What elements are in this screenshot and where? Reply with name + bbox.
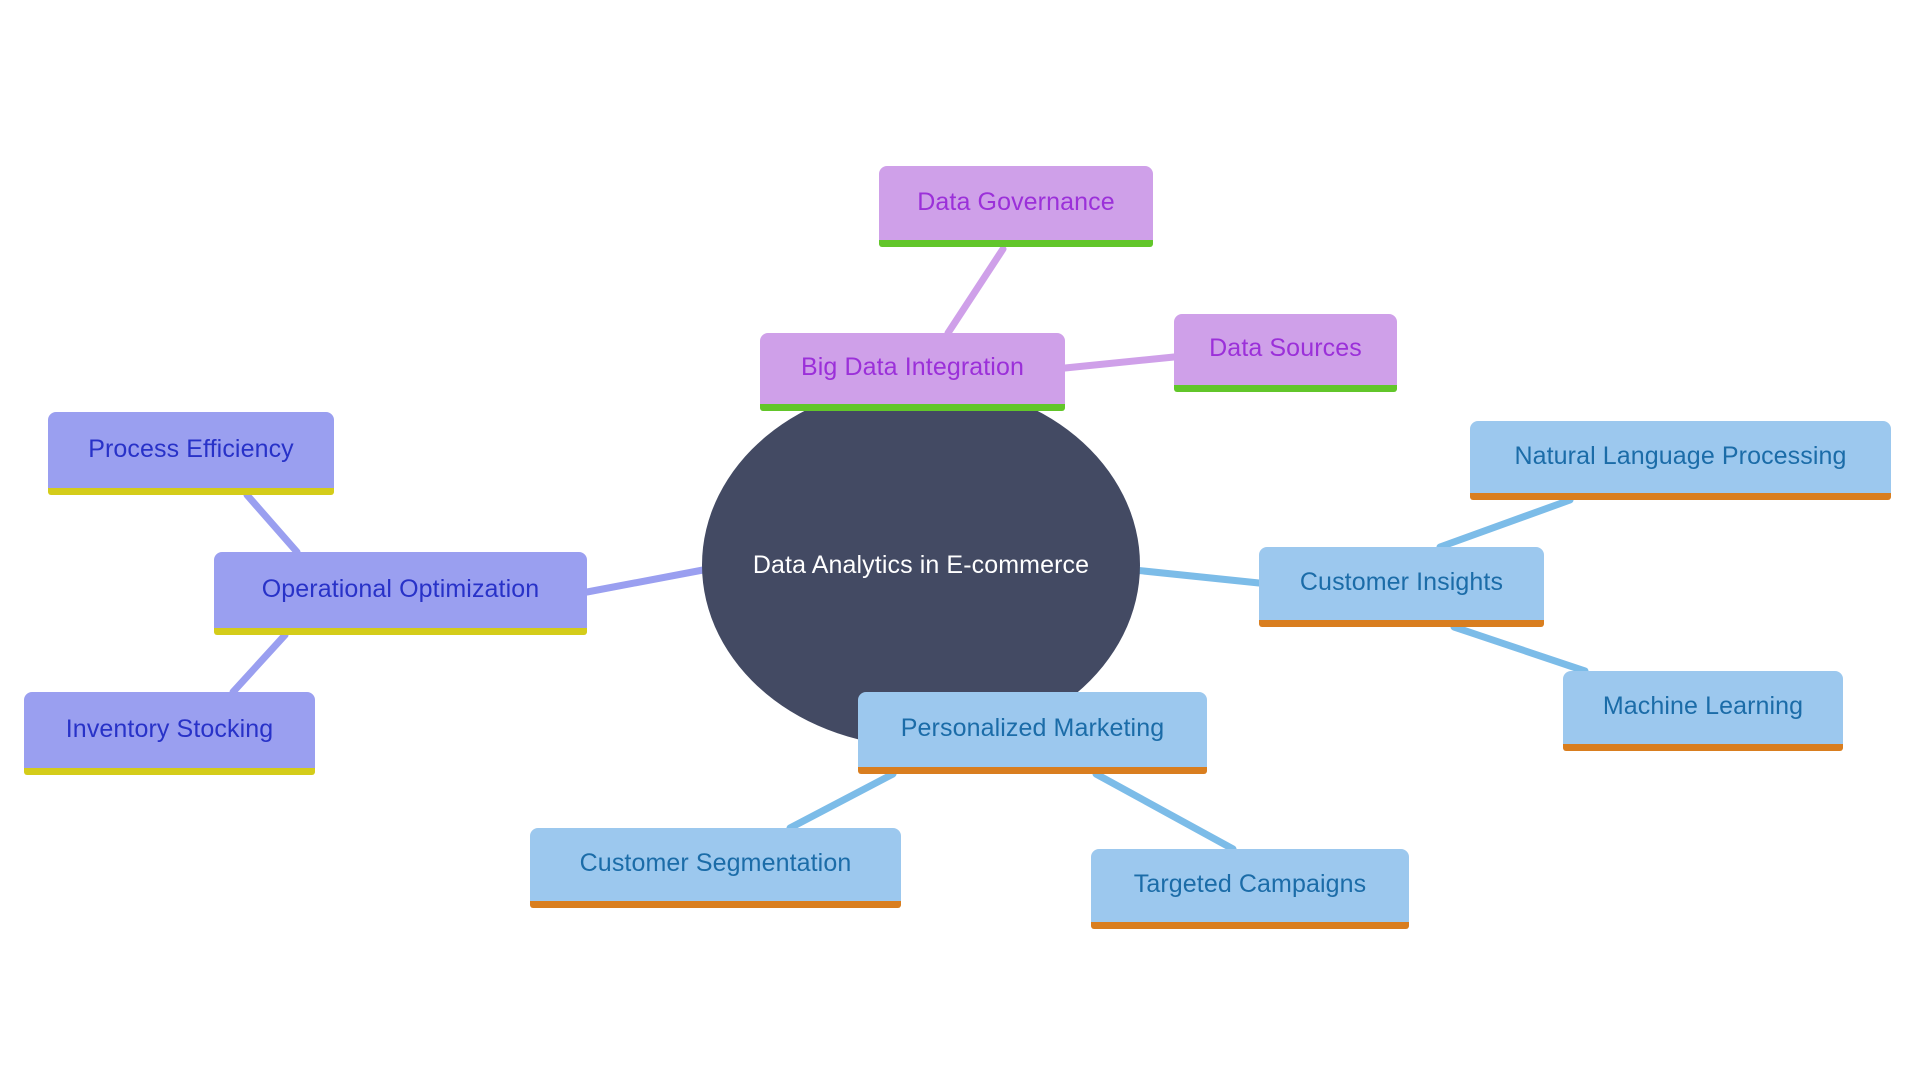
node-personalized-marketing[interactable]: Personalized Marketing	[858, 692, 1207, 774]
node-label-data-sources: Data Sources	[1209, 334, 1362, 362]
node-big-data-integration[interactable]: Big Data Integration	[760, 333, 1065, 411]
node-label-operational-optimization: Operational Optimization	[261, 574, 540, 603]
node-label-data-governance: Data Governance	[917, 187, 1115, 216]
node-operational-optimization[interactable]: Operational Optimization	[214, 552, 587, 635]
node-label-big-data-integration: Big Data Integration	[801, 353, 1024, 381]
node-data-governance[interactable]: Data Governance	[879, 166, 1153, 247]
node-label-machine-learning: Machine Learning	[1602, 692, 1804, 720]
node-inventory-stocking[interactable]: Inventory Stocking	[24, 692, 315, 775]
node-label-customer-segmentation: Customer Segmentation	[579, 849, 852, 877]
node-natural-language-processing[interactable]: Natural Language Processing	[1470, 421, 1891, 500]
node-label-personalized-marketing: Personalized Marketing	[900, 714, 1165, 742]
node-label-customer-insights: Customer Insights	[1299, 568, 1504, 596]
node-label-natural-language-processing: Natural Language Processing	[1514, 441, 1847, 470]
root-node-label: Data Analytics in E-commerce	[752, 550, 1090, 579]
node-machine-learning[interactable]: Machine Learning	[1563, 671, 1843, 751]
node-process-efficiency[interactable]: Process Efficiency	[48, 412, 334, 495]
node-data-sources[interactable]: Data Sources	[1174, 314, 1397, 392]
node-layer: Data Analytics in E-commerce Big Data Int…	[0, 0, 1920, 1080]
node-label-inventory-stocking: Inventory Stocking	[65, 714, 274, 743]
mindmap-canvas: Data Analytics in E-commerce Big Data Int…	[0, 0, 1920, 1080]
node-targeted-campaigns[interactable]: Targeted Campaigns	[1091, 849, 1409, 929]
node-customer-insights[interactable]: Customer Insights	[1259, 547, 1544, 627]
node-label-targeted-campaigns: Targeted Campaigns	[1133, 870, 1367, 898]
node-customer-segmentation[interactable]: Customer Segmentation	[530, 828, 901, 908]
node-label-process-efficiency: Process Efficiency	[88, 434, 294, 463]
